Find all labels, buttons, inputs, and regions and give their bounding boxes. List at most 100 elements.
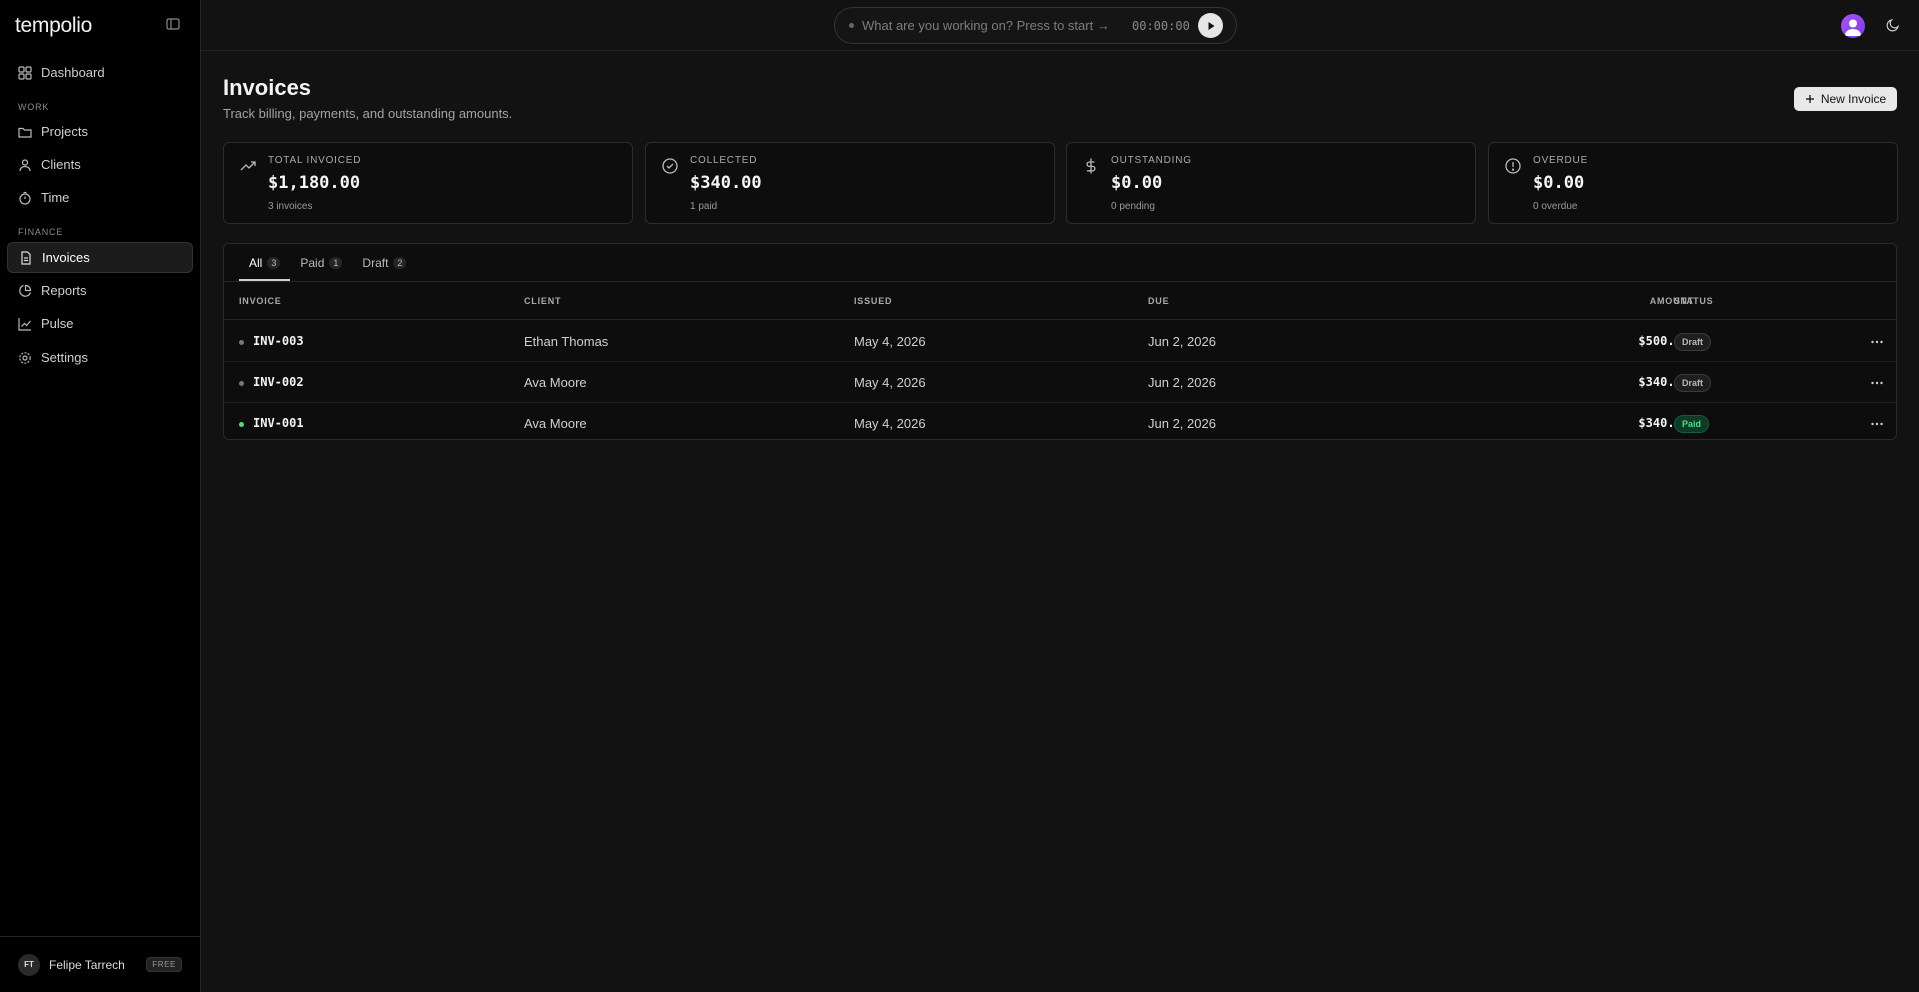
play-icon xyxy=(1208,21,1214,30)
stat-label: TOTAL INVOICED xyxy=(268,155,362,166)
tab-label: All xyxy=(249,255,263,270)
sidebar-item-label: Dashboard xyxy=(41,65,105,80)
stat-sub: 0 pending xyxy=(1111,201,1155,212)
app-logo[interactable]: tempolio xyxy=(15,14,92,38)
sidebar-item-label: Settings xyxy=(41,350,88,365)
client-name: Ethan Thomas xyxy=(524,334,609,349)
more-horizontal-icon[interactable] xyxy=(1870,376,1884,390)
nav-section-finance: FINANCE xyxy=(18,227,64,237)
check-circle-icon xyxy=(662,158,678,174)
table-row[interactable]: INV-001 Ava Moore May 4, 2026 Jun 2, 202… xyxy=(224,403,1896,444)
sidebar-item-reports[interactable]: Reports xyxy=(7,275,193,306)
sidebar-item-label: Projects xyxy=(41,124,88,139)
column-header-due[interactable]: DUE xyxy=(1148,296,1169,306)
stat-value: $340.00 xyxy=(690,173,762,193)
stat-card-total-invoiced: TOTAL INVOICED $1,180.00 3 invoices xyxy=(223,142,633,224)
timer-clock: 00:00:00 xyxy=(1132,18,1190,33)
plus-icon xyxy=(1805,95,1814,103)
table-row[interactable]: INV-002 Ava Moore May 4, 2026 Jun 2, 202… xyxy=(224,362,1896,403)
stat-label: OUTSTANDING xyxy=(1111,155,1192,166)
plan-badge: FREE xyxy=(146,957,182,972)
more-horizontal-icon[interactable] xyxy=(1870,335,1884,349)
tab-label: Draft xyxy=(362,255,389,270)
sidebar-item-label: Reports xyxy=(41,283,87,298)
stat-card-overdue: OVERDUE $0.00 0 overdue xyxy=(1488,142,1898,224)
stat-sub: 0 overdue xyxy=(1533,201,1578,212)
trending-up-icon xyxy=(240,161,256,171)
due-date: Jun 2, 2026 xyxy=(1148,375,1216,390)
status-badge: Draft xyxy=(1674,374,1712,392)
filter-tabs: All 3 Paid 1 Draft 2 xyxy=(239,244,416,281)
due-date: Jun 2, 2026 xyxy=(1148,416,1216,431)
tab-label: Paid xyxy=(300,255,325,270)
status-badge: Draft xyxy=(1674,333,1712,351)
page-subtitle: Track billing, payments, and outstanding… xyxy=(223,106,513,121)
sidebar-item-clients[interactable]: Clients xyxy=(7,149,193,180)
stat-sub: 1 paid xyxy=(690,201,718,212)
status-dot xyxy=(239,422,244,427)
file-text-icon xyxy=(21,250,31,265)
table-header: INVOICE CLIENT ISSUED DUE AMOUNT STATUS xyxy=(224,282,1896,320)
table-row[interactable]: INV-003 Ethan Thomas May 4, 2026 Jun 2, … xyxy=(224,321,1896,362)
sidebar-toggle-icon[interactable] xyxy=(166,18,180,30)
tab-paid[interactable]: Paid 1 xyxy=(290,244,352,281)
tab-draft[interactable]: Draft 2 xyxy=(352,244,416,281)
status-dot xyxy=(239,340,244,345)
issued-date: May 4, 2026 xyxy=(854,416,926,431)
sidebar-item-label: Invoices xyxy=(42,250,90,265)
sidebar-item-projects[interactable]: Projects xyxy=(7,116,193,147)
tab-count: 2 xyxy=(393,256,407,269)
sidebar: tempolio Dashboard WORK Projects Clients… xyxy=(0,0,201,992)
issued-date: May 4, 2026 xyxy=(854,334,926,349)
tab-all[interactable]: All 3 xyxy=(239,244,291,281)
client-name: Ava Moore xyxy=(524,375,587,390)
stat-card-outstanding: OUTSTANDING $0.00 0 pending xyxy=(1066,142,1476,224)
user-avatar[interactable] xyxy=(1841,14,1865,38)
user-menu[interactable]: FT Felipe Tarrech FREE xyxy=(0,936,200,992)
client-name: Ava Moore xyxy=(524,416,587,431)
status-badge: Paid xyxy=(1674,415,1710,433)
sidebar-item-time[interactable]: Time xyxy=(7,182,193,213)
user-name: Felipe Tarrech xyxy=(49,957,125,972)
stat-label: OVERDUE xyxy=(1533,155,1589,166)
new-invoice-label: New Invoice xyxy=(1820,92,1887,106)
sidebar-item-settings[interactable]: Settings xyxy=(7,342,193,373)
sidebar-item-invoices[interactable]: Invoices xyxy=(7,242,193,273)
page-title: Invoices xyxy=(223,75,312,100)
column-header-status[interactable]: STATUS xyxy=(1674,296,1713,306)
moon-icon[interactable] xyxy=(1886,18,1900,32)
sidebar-item-dashboard[interactable]: Dashboard xyxy=(7,57,193,88)
timer-status-dot xyxy=(849,23,854,28)
timer-description-input[interactable]: What are you working on? Press to start … xyxy=(862,18,1128,33)
stat-value: $1,180.00 xyxy=(268,173,361,193)
timer-bar[interactable]: What are you working on? Press to start … xyxy=(834,7,1237,44)
start-timer-button[interactable] xyxy=(1198,13,1223,38)
invoice-id[interactable]: INV-001 xyxy=(253,416,304,430)
stopwatch-icon xyxy=(19,191,31,205)
stat-sub: 3 invoices xyxy=(268,201,313,212)
sidebar-item-label: Pulse xyxy=(41,316,74,331)
alert-circle-icon xyxy=(1505,158,1521,174)
due-date: Jun 2, 2026 xyxy=(1148,334,1216,349)
tab-count: 1 xyxy=(329,256,343,269)
pie-chart-icon xyxy=(19,284,32,297)
sidebar-item-pulse[interactable]: Pulse xyxy=(7,308,193,339)
tab-count: 3 xyxy=(267,256,281,269)
column-header-client[interactable]: CLIENT xyxy=(524,296,561,306)
new-invoice-button[interactable]: New Invoice xyxy=(1794,87,1897,111)
stat-label: COLLECTED xyxy=(690,155,758,166)
invoices-panel: All 3 Paid 1 Draft 2 INVOICE CLIENT ISSU… xyxy=(223,243,1897,440)
stat-value: $0.00 xyxy=(1111,173,1163,193)
sidebar-item-label: Clients xyxy=(41,157,81,172)
nav-section-work: WORK xyxy=(18,102,50,112)
column-header-invoice[interactable]: INVOICE xyxy=(239,296,282,306)
invoice-id[interactable]: INV-002 xyxy=(253,375,304,389)
stat-value: $0.00 xyxy=(1533,173,1585,193)
folder-icon xyxy=(18,127,32,138)
line-chart-icon xyxy=(18,317,31,331)
column-header-issued[interactable]: ISSUED xyxy=(854,296,892,306)
grid-icon xyxy=(18,65,32,80)
more-horizontal-icon[interactable] xyxy=(1870,417,1884,431)
user-icon xyxy=(1845,19,1861,36)
invoice-id[interactable]: INV-003 xyxy=(253,334,304,348)
